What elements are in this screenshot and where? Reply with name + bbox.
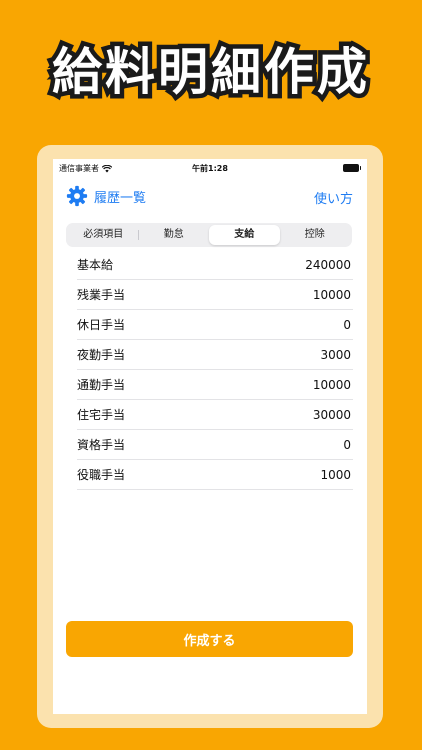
- history-button[interactable]: 履歴一覧: [66, 185, 146, 207]
- item-label: 通勤手当: [77, 378, 126, 392]
- item-label: 基本給: [77, 258, 114, 272]
- item-value-field[interactable]: 0: [343, 438, 353, 452]
- list-item: 通勤手当 10000: [77, 370, 353, 400]
- list-item: 休日手当 0: [77, 310, 353, 340]
- tab-required[interactable]: 必須項目: [68, 225, 139, 245]
- item-label: 夜勤手当: [77, 348, 126, 362]
- list-item: 役職手当 1000: [77, 460, 353, 490]
- item-value-field[interactable]: 30000: [313, 408, 353, 422]
- list-item: 残業手当 10000: [77, 280, 353, 310]
- status-time: 午前1:28: [192, 164, 228, 173]
- list-item: 夜勤手当 3000: [77, 340, 353, 370]
- item-value-field[interactable]: 3000: [320, 348, 353, 362]
- item-value-field[interactable]: 10000: [313, 288, 353, 302]
- item-value-field[interactable]: 240000: [305, 258, 353, 272]
- app-screen: 通信事業者 午前1:28 履歴一覧 使い方 必須項目 勤怠 支給 控除 基本給 …: [53, 159, 367, 714]
- item-label: 役職手当: [77, 468, 126, 482]
- history-label: 履歴一覧: [94, 190, 147, 206]
- item-value-field[interactable]: 0: [343, 318, 353, 332]
- item-label: 休日手当: [77, 318, 126, 332]
- tab-segmented-control: 必須項目 勤怠 支給 控除: [66, 223, 352, 247]
- nav-bar: 履歴一覧 使い方: [53, 179, 367, 209]
- item-value-field[interactable]: 10000: [313, 378, 353, 392]
- create-button[interactable]: 作成する: [66, 621, 353, 657]
- list-item: 資格手当 0: [77, 430, 353, 460]
- tab-allowance[interactable]: 支給: [209, 225, 280, 245]
- help-link[interactable]: 使い方: [314, 188, 353, 207]
- device-frame: 通信事業者 午前1:28 履歴一覧 使い方 必須項目 勤怠 支給 控除 基本給 …: [37, 145, 383, 728]
- list-item: 住宅手当 30000: [77, 400, 353, 430]
- tab-deduction[interactable]: 控除: [280, 225, 351, 245]
- allowance-list: 基本給 240000 残業手当 10000 休日手当 0 夜勤手当 3000 通…: [77, 250, 353, 490]
- item-value-field[interactable]: 1000: [320, 468, 353, 482]
- item-label: 住宅手当: [77, 408, 126, 422]
- item-label: 残業手当: [77, 288, 126, 302]
- promo-title: 給料明細作成: [48, 39, 372, 106]
- list-item: 基本給 240000: [77, 250, 353, 280]
- item-label: 資格手当: [77, 438, 126, 452]
- gear-icon: [66, 185, 88, 207]
- battery-icon: [343, 164, 361, 172]
- tab-attendance[interactable]: 勤怠: [139, 225, 210, 245]
- status-bar: 通信事業者 午前1:28: [53, 159, 367, 179]
